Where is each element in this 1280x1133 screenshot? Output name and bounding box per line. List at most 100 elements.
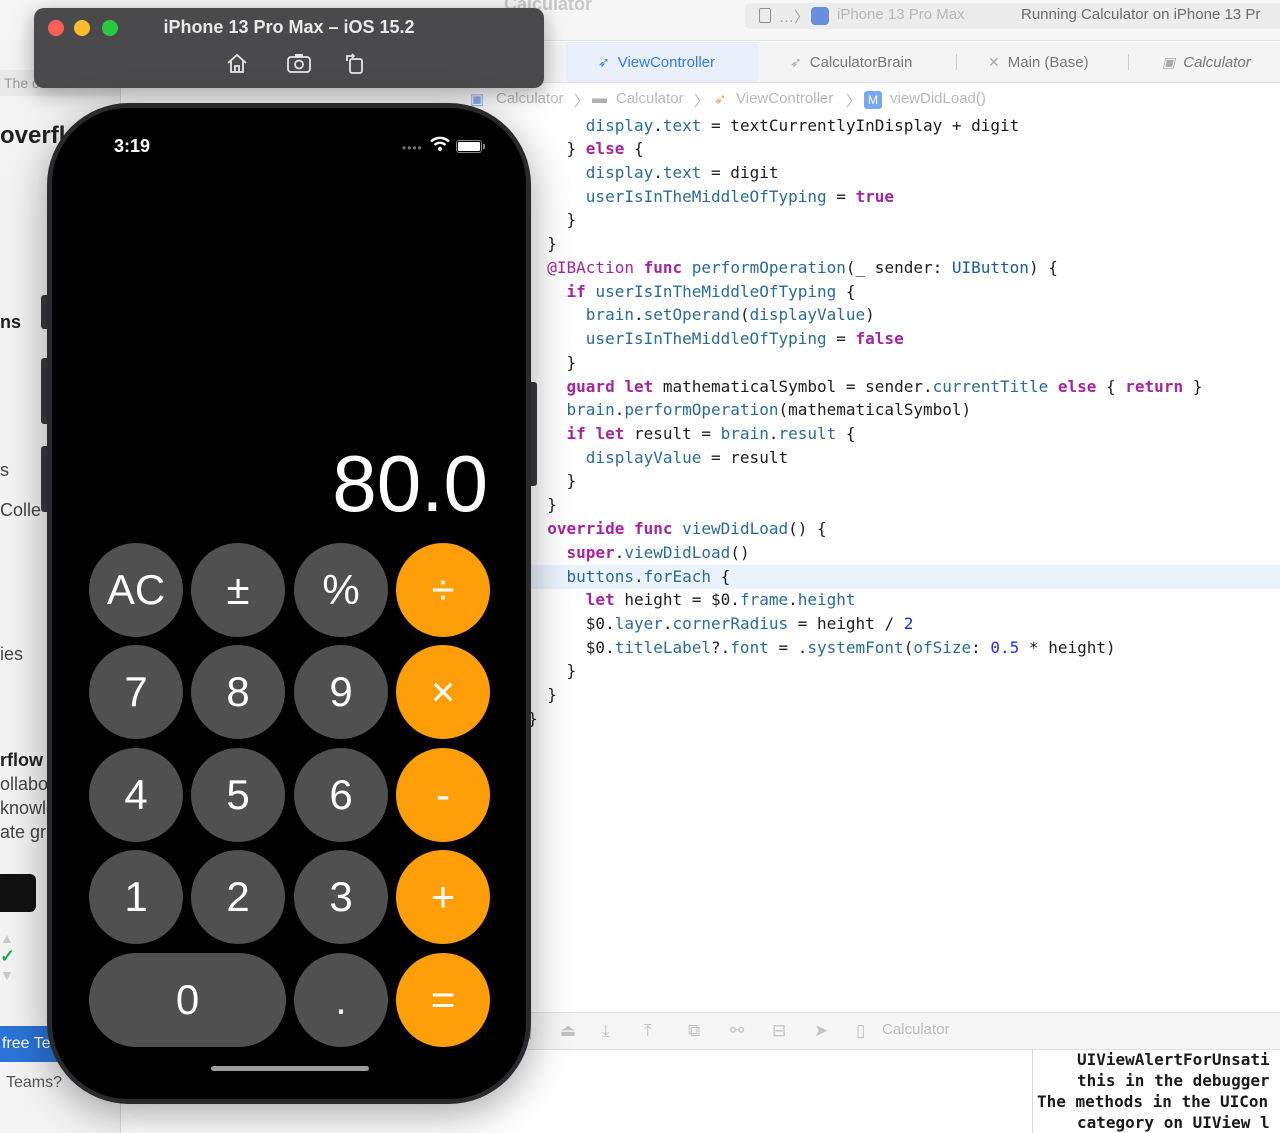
device-icon: ▯ — [856, 1021, 866, 1040]
code-line[interactable]: guard let mathematicalSymbol = sender.cu… — [528, 375, 1203, 399]
tab-divider — [956, 54, 957, 70]
run-destination[interactable]: iPhone 13 Pro Max — [837, 6, 965, 23]
debug-console[interactable]: UIViewAlertForUnsati this in the debugge… — [1032, 1050, 1280, 1133]
page-text-fragment: rflow — [0, 750, 43, 770]
scheme-activity-view[interactable]: …〉 iPhone 13 Pro Max Running Calculator … — [745, 3, 1280, 29]
code-line[interactable]: $0.titleLabel?.font = .systemFont(ofSize… — [528, 636, 1116, 660]
divide-button[interactable]: ÷ — [396, 543, 490, 637]
code-line[interactable]: } — [528, 351, 577, 375]
tab-calculator-project[interactable]: ▣ Calculator — [1162, 42, 1251, 82]
code-line[interactable]: brain.setOperand(displayValue) — [528, 303, 875, 327]
code-line[interactable]: let height = $0.frame.height — [528, 588, 856, 612]
swift-icon: ➶ — [598, 54, 610, 70]
page-text-fragment: ate gr — [0, 822, 47, 842]
view-hierarchy-icon[interactable]: ⧉ — [688, 1021, 700, 1041]
page-text-fragment: s — [0, 460, 9, 480]
digit-5-button[interactable]: 5 — [191, 748, 285, 842]
phone-side-button — [531, 382, 537, 486]
page-text-fragment: ies — [0, 644, 24, 664]
location-icon[interactable]: ➤ — [814, 1021, 828, 1041]
digit-7-button[interactable]: 7 — [89, 645, 183, 739]
debug-target-label: Calculator — [882, 1021, 950, 1038]
tab-viewcontroller[interactable]: ➶ ViewController — [566, 42, 758, 82]
multiply-button[interactable]: × — [396, 645, 490, 739]
code-line[interactable]: override func viewDidLoad() { — [528, 517, 826, 541]
digit-3-button[interactable]: 3 — [294, 850, 388, 944]
digit-4-button[interactable]: 4 — [89, 748, 183, 842]
percent-button[interactable]: % — [294, 543, 388, 637]
debug-bar: | ⏏ ⤓ ⤒ ⧉ ⚯ ⊟ ➤ ▯ Calculator — [520, 1012, 1280, 1050]
screenshot-icon[interactable] — [286, 52, 312, 74]
home-icon[interactable] — [224, 52, 250, 74]
upvote-icon[interactable]: ▲ — [0, 930, 24, 946]
jumpbar-group[interactable]: Calculator — [616, 90, 684, 107]
tab-divider — [1128, 54, 1129, 70]
code-line[interactable]: } — [528, 232, 557, 256]
chevron-right-icon: 〉 — [574, 93, 590, 110]
simulator-titlebar: iPhone 13 Pro Max – iOS 15.2 — [34, 8, 544, 88]
code-line[interactable]: } — [528, 208, 577, 232]
downvote-icon[interactable]: ▼ — [0, 967, 24, 983]
jumpbar-symbol[interactable]: viewDidLoad() — [890, 90, 986, 107]
page-text-fragment[interactable]: Colle — [0, 500, 41, 521]
home-indicator — [211, 1066, 369, 1071]
continue-icon[interactable]: ⏏ — [560, 1021, 576, 1041]
rotate-icon[interactable] — [342, 52, 368, 74]
environment-icon[interactable]: ⊟ — [772, 1021, 786, 1041]
scheme-crumb: …〉 — [779, 9, 810, 26]
code-line[interactable]: display.text = textCurrentlyInDisplay + … — [528, 114, 1020, 138]
digit-8-button[interactable]: 8 — [191, 645, 285, 739]
step-into-icon[interactable]: ⤓ — [602, 1021, 610, 1041]
code-line[interactable]: if let result = brain.result { — [528, 422, 856, 446]
memory-graph-icon[interactable]: ⚯ — [730, 1021, 744, 1041]
plus-button[interactable]: + — [396, 850, 490, 944]
tab-label: Calculator — [1183, 54, 1251, 71]
project-icon: ▣ — [470, 91, 485, 108]
code-line[interactable]: if userIsInTheMiddleOfTyping { — [528, 280, 856, 304]
code-line[interactable]: } — [528, 683, 557, 707]
code-line[interactable]: display.text = digit — [528, 161, 779, 185]
calculator-display: 80.0 — [332, 439, 488, 528]
tab-label: ViewController — [617, 54, 715, 71]
folder-icon: ▬ — [592, 90, 607, 107]
step-out-icon[interactable]: ⤒ — [644, 1021, 652, 1041]
device-icon — [759, 8, 771, 23]
decimal-button[interactable]: . — [294, 953, 388, 1047]
console-line: category on UIView l — [1077, 1113, 1270, 1132]
code-line[interactable]: userIsInTheMiddleOfTyping = true — [528, 185, 894, 209]
code-line[interactable]: displayValue = result — [528, 446, 788, 470]
digit-6-button[interactable]: 6 — [294, 748, 388, 842]
minus-button[interactable]: - — [396, 748, 490, 842]
battery-icon — [456, 140, 485, 153]
code-line[interactable]: $0.layer.cornerRadius = height / 2 — [528, 612, 914, 636]
source-editor[interactable]: display.text = textCurrentlyInDisplay + … — [528, 116, 1280, 1016]
dark-button[interactable] — [0, 874, 36, 912]
code-line[interactable]: } else { — [528, 137, 644, 161]
jumpbar-project[interactable]: Calculator — [496, 90, 564, 107]
code-line[interactable]: } — [528, 659, 577, 683]
digit-1-button[interactable]: 1 — [89, 850, 183, 944]
status-time: 3:19 — [114, 136, 151, 156]
page-text-fragment: ollabo — [0, 774, 49, 794]
vote-widget[interactable]: ▲ ✓ ▼ — [0, 930, 24, 983]
code-line[interactable]: } — [528, 493, 557, 517]
wifi-icon — [430, 136, 450, 157]
plus-minus-button[interactable]: ± — [191, 543, 285, 637]
app-icon — [811, 7, 829, 25]
jumpbar-file[interactable]: ViewController — [736, 90, 833, 107]
editor-tab-bar: ➶ ViewController ➶ CalculatorBrain ✕ Main (… — [460, 42, 1280, 83]
tab-calculatorbrain[interactable]: ➶ CalculatorBrain — [790, 42, 912, 82]
clear-button[interactable]: AC — [89, 543, 183, 637]
digit-0-button[interactable]: 0 — [89, 953, 286, 1047]
code-line[interactable]: userIsInTheMiddleOfTyping = false — [528, 327, 904, 351]
digit-9-button[interactable]: 9 — [294, 645, 388, 739]
code-line[interactable]: buttons.forEach { — [528, 565, 1280, 589]
code-line[interactable]: @IBAction func performOperation(_ sender… — [528, 256, 1058, 280]
code-line[interactable]: super.viewDidLoad() — [528, 541, 750, 565]
tab-main-storyboard[interactable]: ✕ Main (Base) — [988, 42, 1089, 82]
digit-2-button[interactable]: 2 — [191, 850, 285, 944]
chevron-right-icon: 〉 — [694, 93, 710, 110]
equals-button[interactable]: = — [396, 953, 490, 1047]
method-badge-icon: M — [864, 91, 882, 109]
code-line[interactable]: brain.performOperation(mathematicalSymbo… — [528, 398, 972, 422]
